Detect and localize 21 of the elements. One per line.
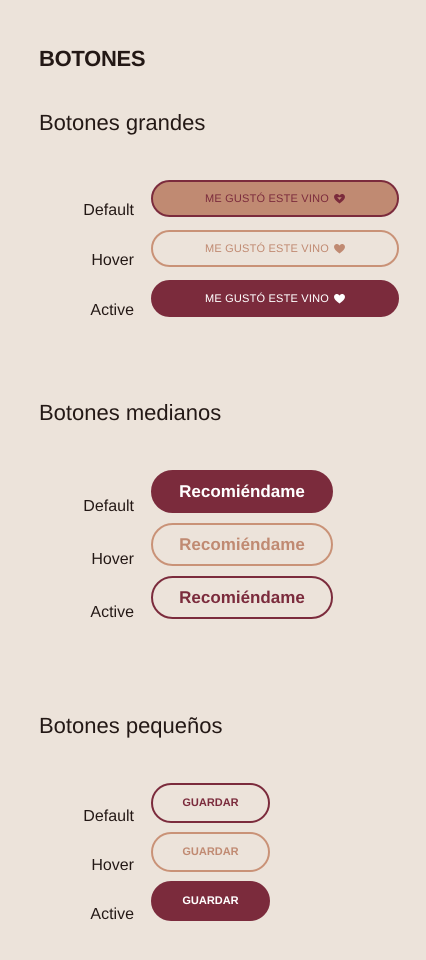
section-title: Botones grandes — [39, 110, 206, 136]
heart-icon — [334, 194, 345, 204]
sample-button[interactable]: GUARDAR — [151, 783, 270, 823]
section-title: Botones medianos — [39, 400, 222, 426]
sample-button[interactable]: ME GUSTÓ ESTE VINO — [151, 280, 399, 317]
heart-icon — [334, 244, 345, 254]
state-label: Hover — [90, 550, 134, 570]
state-label: Active — [89, 905, 134, 925]
page-heading: BOTONES — [39, 46, 146, 72]
state-label: Default — [82, 807, 134, 827]
state-label: Hover — [90, 856, 134, 876]
state-label: Default — [82, 201, 134, 221]
state-label: Active — [89, 301, 134, 321]
section-title: Botones pequeños — [39, 713, 224, 739]
state-label: Default — [82, 497, 134, 517]
sample-button[interactable]: GUARDAR — [151, 881, 270, 921]
state-label: Hover — [90, 251, 134, 271]
sample-button[interactable]: Recomiéndame — [151, 576, 333, 619]
heart-icon — [334, 294, 345, 304]
state-label: Active — [89, 603, 134, 623]
sample-button[interactable]: Recomiéndame — [151, 470, 333, 513]
